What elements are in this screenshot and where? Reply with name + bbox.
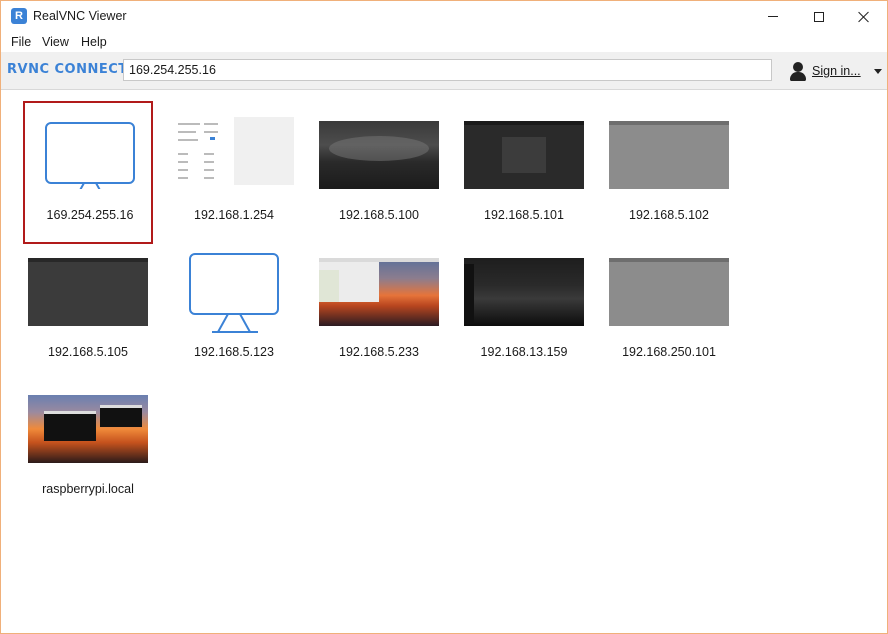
computer-tile[interactable]: 192.168.5.101 xyxy=(459,101,589,244)
computer-tile[interactable]: 192.168.250.101 xyxy=(604,238,734,381)
title-bar[interactable]: R RealVNC Viewer xyxy=(1,1,887,32)
menu-file[interactable]: File xyxy=(11,35,31,49)
computer-tile[interactable]: 192.168.5.233 xyxy=(314,238,444,381)
maximize-icon xyxy=(814,11,824,22)
desktop-thumbnail xyxy=(174,117,294,185)
realvnc-viewer-window: R RealVNC Viewer File View Help RVNC CON… xyxy=(0,0,888,634)
close-button[interactable] xyxy=(841,1,887,32)
address-input[interactable]: 169.254.255.16 xyxy=(123,59,772,81)
user-icon xyxy=(789,61,807,81)
computer-tile[interactable]: 192.168.13.159 xyxy=(459,238,589,381)
computer-label: 192.168.5.123 xyxy=(194,345,274,359)
computer-label: 192.168.5.233 xyxy=(339,345,419,359)
computer-label: 192.168.250.101 xyxy=(622,345,716,359)
menu-bar: File View Help xyxy=(1,32,887,52)
address-book-grid: 169.254.255.16 192.168.1.254 192.168.5.1… xyxy=(1,90,887,633)
monitor-icon xyxy=(30,121,150,189)
computer-label: 192.168.5.100 xyxy=(339,208,419,222)
computer-label: 192.168.1.254 xyxy=(194,208,274,222)
desktop-thumbnail xyxy=(319,121,439,189)
desktop-thumbnail xyxy=(28,395,148,463)
desktop-thumbnail xyxy=(609,258,729,326)
realvnc-app-icon: R xyxy=(11,8,27,24)
close-icon xyxy=(858,11,870,23)
desktop-thumbnail xyxy=(464,121,584,189)
window-title: RealVNC Viewer xyxy=(33,9,127,23)
desktop-thumbnail xyxy=(609,121,729,189)
computer-label: 192.168.5.102 xyxy=(629,208,709,222)
monitor-icon xyxy=(174,252,294,336)
menu-view[interactable]: View xyxy=(42,35,69,49)
computer-label: 192.168.13.159 xyxy=(480,345,568,359)
sign-in-label: Sign in... xyxy=(812,64,861,78)
vnc-connect-logo: RVNC CONNECT xyxy=(7,62,128,77)
desktop-thumbnail xyxy=(319,258,439,326)
menu-help[interactable]: Help xyxy=(81,35,107,49)
computer-tile[interactable]: 192.168.5.102 xyxy=(604,101,734,244)
maximize-button[interactable] xyxy=(796,1,842,32)
computer-label: 192.168.5.101 xyxy=(484,208,564,222)
chevron-down-icon[interactable] xyxy=(873,68,882,74)
computer-tile[interactable]: 192.168.5.105 xyxy=(23,238,153,381)
minimize-button[interactable] xyxy=(750,1,796,32)
computer-label: 192.168.5.105 xyxy=(48,345,128,359)
sign-in-button[interactable]: Sign in... xyxy=(789,60,882,82)
computer-tile[interactable]: raspberrypi.local xyxy=(23,375,153,518)
computer-tile[interactable]: 192.168.5.100 xyxy=(314,101,444,244)
computer-label: raspberrypi.local xyxy=(42,482,134,496)
computer-tile[interactable]: 192.168.1.254 xyxy=(169,101,299,244)
minimize-icon xyxy=(768,16,778,17)
desktop-thumbnail xyxy=(464,258,584,326)
computer-tile[interactable]: 192.168.5.123 xyxy=(169,238,299,381)
computer-tile[interactable]: 169.254.255.16 xyxy=(23,101,153,244)
desktop-thumbnail xyxy=(28,258,148,326)
toolbar: RVNC CONNECT 169.254.255.16 Sign in... xyxy=(1,52,887,90)
computer-label: 169.254.255.16 xyxy=(46,208,134,222)
